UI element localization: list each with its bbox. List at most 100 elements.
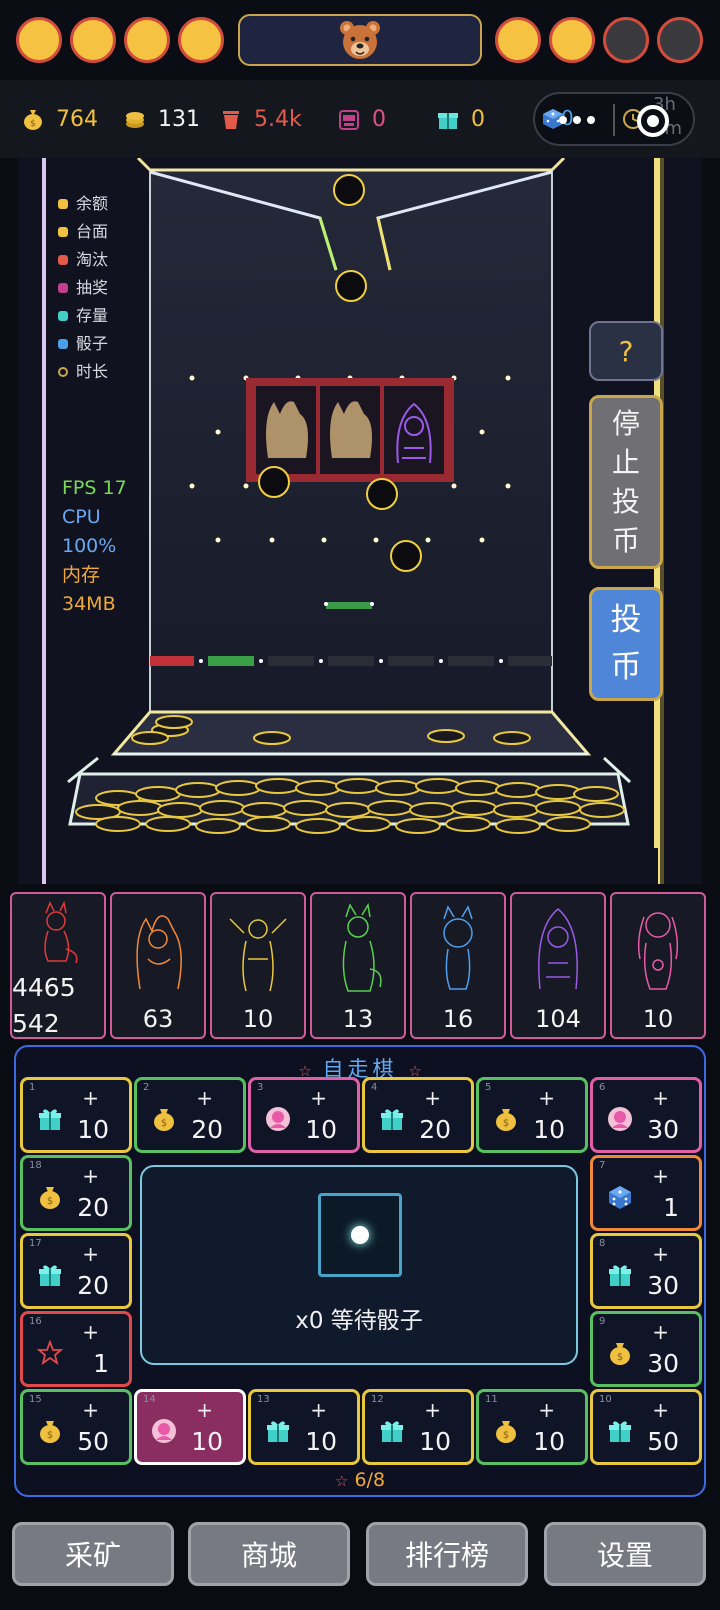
- stats-bar: $ 764 131 5.4k 0 0 0 3h 9m: [0, 80, 720, 158]
- tile-plus: +: [538, 1086, 555, 1110]
- board-tile[interactable]: 11 $ +10: [476, 1389, 588, 1465]
- card-count: 16: [442, 1005, 474, 1033]
- tile-value: 1: [663, 1193, 679, 1222]
- more-dots-icon[interactable]: [559, 116, 595, 124]
- star-icon: ☆: [334, 1472, 349, 1490]
- tile-plus: +: [652, 1398, 669, 1422]
- board-tile[interactable]: 14 +10: [134, 1389, 246, 1465]
- board-tile[interactable]: 13 +10: [248, 1389, 360, 1465]
- board-tile[interactable]: 5 $ +10: [476, 1077, 588, 1153]
- legend-item: 抽奖: [58, 274, 108, 302]
- card-count: 104: [535, 1005, 581, 1033]
- board-tile[interactable]: 4 +20: [362, 1077, 474, 1153]
- tile-number: 15: [29, 1394, 42, 1405]
- tile-value: 20: [419, 1115, 451, 1144]
- svg-text:$: $: [503, 1430, 509, 1441]
- bottom-nav: 采矿 商城 排行榜 设置: [0, 1500, 720, 1610]
- tile-value: 30: [647, 1271, 679, 1300]
- board-tile[interactable]: 12 +10: [362, 1389, 474, 1465]
- gift-icon: [607, 1262, 633, 1288]
- character-card[interactable]: 13: [310, 892, 406, 1039]
- board-progress: ☆ 6/8: [334, 1469, 386, 1491]
- nav-shop-button[interactable]: 商城: [188, 1522, 350, 1586]
- character-card[interactable]: 104: [510, 892, 606, 1039]
- character-card[interactable]: 16: [410, 892, 506, 1039]
- stat-eliminated-value: 5.4k: [254, 106, 302, 132]
- board-tile[interactable]: 9 $ +30: [590, 1311, 702, 1387]
- svg-text:$: $: [47, 1430, 53, 1441]
- tile-plus: +: [196, 1398, 213, 1422]
- tile-value: 30: [647, 1115, 679, 1144]
- board-tile[interactable]: 7 +1: [590, 1155, 702, 1231]
- board-tile[interactable]: 8 +30: [590, 1233, 702, 1309]
- tile-number: 12: [371, 1394, 384, 1405]
- stat-lottery: 0: [338, 103, 386, 135]
- avatar-icon: [607, 1106, 633, 1132]
- tile-number: 1: [29, 1082, 36, 1093]
- stop-coin-button[interactable]: 停 止 投 币: [589, 395, 663, 569]
- board-tile[interactable]: 16 +1: [20, 1311, 132, 1387]
- card-count: 542: [12, 1009, 60, 1038]
- dice-status: x0 等待骰子: [295, 1308, 423, 1334]
- character-card[interactable]: 10: [610, 892, 706, 1039]
- close-target-icon[interactable]: [637, 105, 669, 137]
- board-tile[interactable]: 15 $ +50: [20, 1389, 132, 1465]
- board-tile[interactable]: 6 +30: [590, 1077, 702, 1153]
- character-card[interactable]: 4465 542: [10, 892, 106, 1039]
- tile-plus: +: [424, 1398, 441, 1422]
- character-card[interactable]: 63: [110, 892, 206, 1039]
- card-count: 10: [242, 1005, 274, 1033]
- tile-plus: +: [82, 1164, 99, 1188]
- money-bag-icon: $: [493, 1106, 519, 1132]
- board-tile[interactable]: 3 +10: [248, 1077, 360, 1153]
- help-button[interactable]: ?: [589, 321, 663, 381]
- card-count: 63: [142, 1005, 174, 1033]
- money-bag-icon: $: [493, 1418, 519, 1444]
- avatar-frame[interactable]: [238, 14, 482, 66]
- stat-stock: 0: [437, 103, 485, 135]
- tile-number: 10: [599, 1394, 612, 1405]
- stat-stock-value: 0: [471, 106, 485, 132]
- legend: 余额 台面 淘汰 抽奖 存量 骰子 时长: [58, 190, 108, 386]
- tile-number: 14: [143, 1394, 156, 1405]
- coin-slot: [549, 17, 595, 63]
- mem-value: 34MB: [62, 593, 116, 615]
- character-portrait-icon: [637, 912, 679, 990]
- mem-label: 内存: [62, 564, 101, 586]
- stat-balance-value: 764: [56, 106, 98, 132]
- dice-chip-icon[interactable]: [318, 1193, 402, 1277]
- svg-text:$: $: [47, 1196, 53, 1207]
- board-tile[interactable]: 10 +50: [590, 1389, 702, 1465]
- gift-icon: [379, 1106, 405, 1132]
- character-cards: 4465 542 63 10 13 16 104 10: [10, 892, 710, 1040]
- star-icon: [36, 1339, 64, 1366]
- character-portrait-icon: [136, 915, 182, 990]
- money-bag-icon: $: [37, 1418, 63, 1444]
- tile-number: 16: [29, 1316, 42, 1327]
- tile-plus: +: [196, 1086, 213, 1110]
- nav-leaderboard-button[interactable]: 排行榜: [366, 1522, 528, 1586]
- svg-text:$: $: [30, 119, 36, 129]
- nav-mining-button[interactable]: 采矿: [12, 1522, 174, 1586]
- dice-panel[interactable]: x0 等待骰子: [140, 1165, 578, 1365]
- board-tile[interactable]: 18 $ +20: [20, 1155, 132, 1231]
- board-tile[interactable]: 2 $ +20: [134, 1077, 246, 1153]
- nav-settings-button[interactable]: 设置: [544, 1522, 706, 1586]
- tile-value: 20: [191, 1115, 223, 1144]
- tile-number: 9: [599, 1316, 606, 1327]
- board-tile[interactable]: 1 +10: [20, 1077, 132, 1153]
- dice-duration-pill[interactable]: 0 3h 9m: [533, 92, 695, 146]
- card-count: 13: [342, 1005, 374, 1033]
- character-card[interactable]: 10: [210, 892, 306, 1039]
- avatar-icon: [151, 1418, 177, 1444]
- tile-plus: +: [82, 1242, 99, 1266]
- bear-icon: [340, 21, 380, 59]
- legend-item: 淘汰: [58, 246, 108, 274]
- tile-value: 10: [533, 1115, 565, 1144]
- character-portrait-icon: [229, 918, 287, 992]
- tile-number: 13: [257, 1394, 270, 1405]
- insert-coin-button[interactable]: 投 币: [589, 587, 663, 701]
- coin-slot: [16, 17, 62, 63]
- tile-plus: +: [652, 1086, 669, 1110]
- board-tile[interactable]: 17 +20: [20, 1233, 132, 1309]
